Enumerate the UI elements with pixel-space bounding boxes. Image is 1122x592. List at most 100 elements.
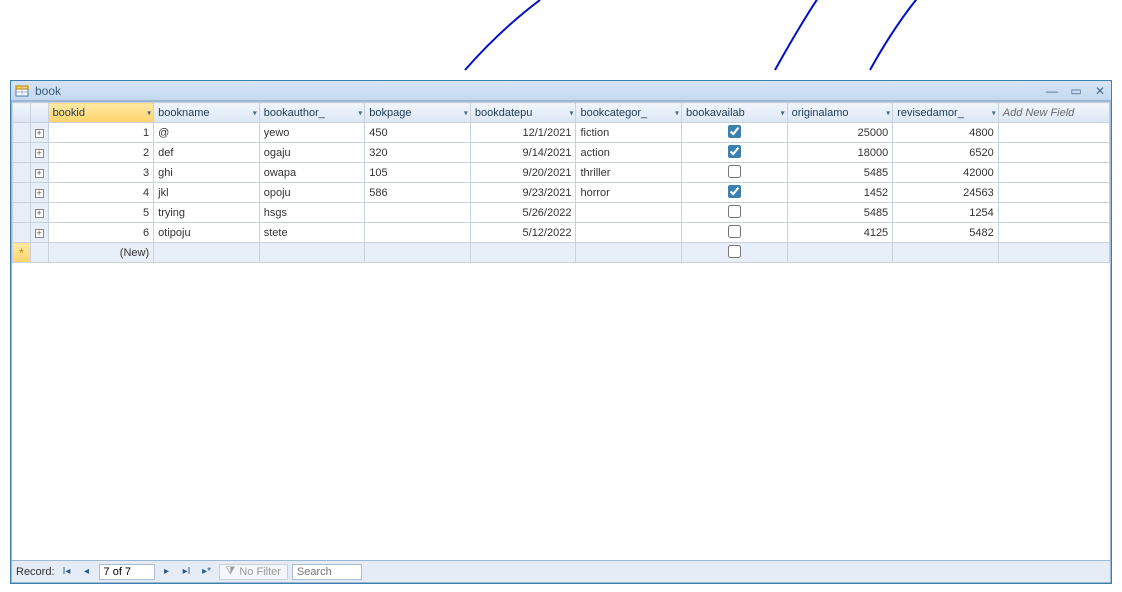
cell-bookid[interactable]: 4 — [48, 183, 154, 203]
table-row[interactable]: +3ghiowapa1059/20/2021thriller548542000 — [13, 163, 1110, 183]
col-bookauthor[interactable]: bookauthor_▾ — [259, 103, 365, 123]
cell-bookdatepu[interactable]: 5/26/2022 — [470, 203, 576, 223]
availability-checkbox[interactable] — [728, 245, 741, 258]
cell-addnew[interactable] — [998, 123, 1109, 143]
chevron-down-icon[interactable]: ▾ — [781, 108, 785, 117]
cell-bookauthor[interactable]: ogaju — [259, 143, 365, 163]
chevron-down-icon[interactable]: ▾ — [358, 108, 362, 117]
col-bookavailab[interactable]: bookavailab▾ — [682, 103, 788, 123]
cell-originalamo[interactable]: 18000 — [787, 143, 893, 163]
row-expander[interactable]: + — [30, 183, 48, 203]
col-originalamo[interactable]: originalamo▾ — [787, 103, 893, 123]
nav-first-button[interactable]: I◂ — [59, 564, 75, 580]
cell-bookauthor[interactable]: opoju — [259, 183, 365, 203]
row-expander[interactable]: + — [30, 123, 48, 143]
chevron-down-icon[interactable]: ▾ — [992, 108, 996, 117]
cell-revisedamor[interactable]: 5482 — [893, 223, 999, 243]
cell-bookavailab[interactable] — [682, 203, 788, 223]
select-all-corner[interactable] — [13, 103, 31, 123]
cell-revisedamor[interactable]: 42000 — [893, 163, 999, 183]
cell-bookavailab[interactable] — [682, 143, 788, 163]
row-selector[interactable] — [13, 183, 31, 203]
table-row[interactable]: +4jklopoju5869/23/2021horror 145224563 — [13, 183, 1110, 203]
datasheet-grid[interactable]: bookid▾ bookname▾ bookauthor_▾ bokpage▾ … — [12, 102, 1110, 560]
row-selector[interactable] — [13, 123, 31, 143]
row-selector[interactable] — [13, 143, 31, 163]
cell-revisedamor[interactable]: 24563 — [893, 183, 999, 203]
close-button[interactable]: ✕ — [1093, 84, 1107, 98]
col-bookname[interactable]: bookname▾ — [154, 103, 260, 123]
cell-bookcategor[interactable]: horror — [576, 183, 682, 203]
row-expander[interactable]: + — [30, 163, 48, 183]
col-bookid[interactable]: bookid▾ — [48, 103, 154, 123]
chevron-down-icon[interactable]: ▾ — [253, 108, 257, 117]
chevron-down-icon[interactable]: ▾ — [569, 108, 573, 117]
maximize-button[interactable]: ▭ — [1069, 84, 1083, 98]
cell-bookauthor[interactable]: owapa — [259, 163, 365, 183]
cell-bookdatepu[interactable]: 12/1/2021 — [470, 123, 576, 143]
cell[interactable] — [787, 243, 893, 263]
cell-originalamo[interactable]: 5485 — [787, 163, 893, 183]
cell-bookname[interactable]: trying — [154, 203, 260, 223]
search-input[interactable] — [292, 564, 362, 580]
cell-originalamo[interactable]: 1452 — [787, 183, 893, 203]
cell-addnew[interactable] — [998, 143, 1109, 163]
cell-revisedamor[interactable]: 6520 — [893, 143, 999, 163]
cell-bookname[interactable]: def — [154, 143, 260, 163]
cell-bookavailab[interactable] — [682, 123, 788, 143]
availability-checkbox[interactable] — [728, 165, 741, 178]
col-add-new-field[interactable]: Add New Field — [998, 103, 1109, 123]
cell[interactable] — [365, 243, 471, 263]
cell-addnew[interactable] — [998, 183, 1109, 203]
availability-checkbox[interactable] — [728, 185, 741, 198]
cell-addnew[interactable] — [998, 203, 1109, 223]
cell-bookdatepu[interactable]: 9/23/2021 — [470, 183, 576, 203]
cell-bookcategor[interactable]: action — [576, 143, 682, 163]
availability-checkbox[interactable] — [728, 125, 741, 138]
cell-bookname[interactable]: jkl — [154, 183, 260, 203]
cell-revisedamor[interactable]: 1254 — [893, 203, 999, 223]
cell-revisedamor[interactable]: 4800 — [893, 123, 999, 143]
availability-checkbox[interactable] — [728, 225, 741, 238]
cell-bookcategor[interactable] — [576, 203, 682, 223]
minimize-button[interactable]: — — [1045, 84, 1059, 98]
cell-addnew[interactable] — [998, 223, 1109, 243]
cell-bookdatepu[interactable]: 9/14/2021 — [470, 143, 576, 163]
cell-bookname[interactable]: ghi — [154, 163, 260, 183]
cell-bookavailab[interactable] — [682, 223, 788, 243]
nav-last-button[interactable]: ▸I — [179, 564, 195, 580]
table-row[interactable]: +6otipojustete5/12/202241255482 — [13, 223, 1110, 243]
cell-bokpage[interactable]: 105 — [365, 163, 471, 183]
cell-originalamo[interactable]: 4125 — [787, 223, 893, 243]
cell-bookauthor[interactable]: yewo — [259, 123, 365, 143]
cell-bookid-new[interactable]: (New) — [48, 243, 154, 263]
cell[interactable] — [470, 243, 576, 263]
chevron-down-icon[interactable]: ▾ — [675, 108, 679, 117]
cell-bookid[interactable]: 5 — [48, 203, 154, 223]
cell-bokpage[interactable]: 320 — [365, 143, 471, 163]
record-position-input[interactable] — [99, 564, 155, 580]
cell-bookname[interactable]: @ — [154, 123, 260, 143]
cell-bookid[interactable]: 2 — [48, 143, 154, 163]
cell-bookcategor[interactable]: thriller — [576, 163, 682, 183]
cell-originalamo[interactable]: 5485 — [787, 203, 893, 223]
cell-bookavailab[interactable] — [682, 163, 788, 183]
nav-prev-button[interactable]: ◂ — [79, 564, 95, 580]
cell-bookname[interactable]: otipoju — [154, 223, 260, 243]
chevron-down-icon[interactable]: ▾ — [464, 108, 468, 117]
cell-bokpage[interactable]: 586 — [365, 183, 471, 203]
cell[interactable] — [259, 243, 365, 263]
availability-checkbox[interactable] — [728, 145, 741, 158]
availability-checkbox[interactable] — [728, 205, 741, 218]
cell-bookcategor[interactable] — [576, 223, 682, 243]
cell-bookavailab[interactable] — [682, 243, 788, 263]
new-record-row[interactable]: *(New) — [13, 243, 1110, 263]
cell-bookid[interactable]: 6 — [48, 223, 154, 243]
cell[interactable] — [154, 243, 260, 263]
table-row[interactable]: +5tryinghsgs5/26/202254851254 — [13, 203, 1110, 223]
row-expander[interactable]: + — [30, 203, 48, 223]
chevron-down-icon[interactable]: ▾ — [886, 108, 890, 117]
cell-originalamo[interactable]: 25000 — [787, 123, 893, 143]
cell-bookdatepu[interactable]: 5/12/2022 — [470, 223, 576, 243]
row-expander[interactable]: + — [30, 223, 48, 243]
